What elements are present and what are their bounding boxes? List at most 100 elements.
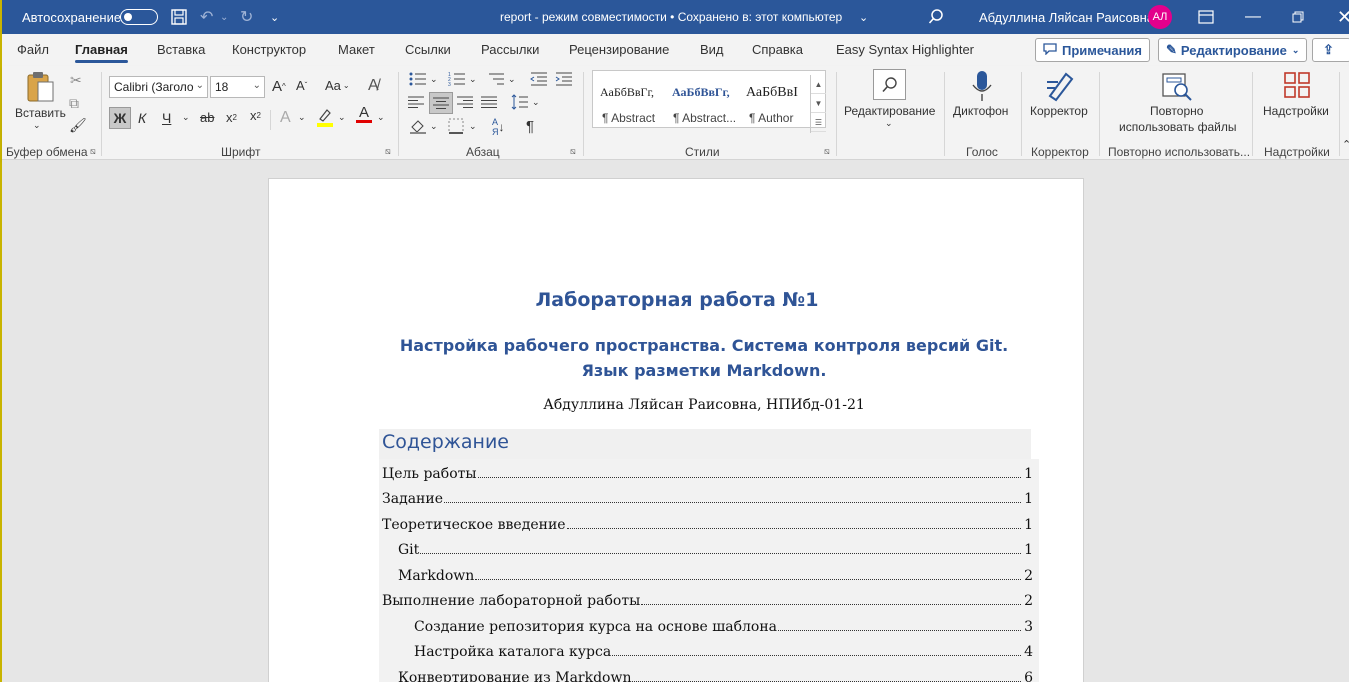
decrease-indent-icon[interactable]: [530, 72, 548, 86]
subscript-icon[interactable]: x2: [226, 110, 237, 125]
cut-icon[interactable]: ✂: [70, 72, 82, 89]
tab-insert[interactable]: Вставка: [157, 42, 205, 57]
shading-chevron-icon[interactable]: ⌄: [430, 121, 438, 132]
microphone-icon[interactable]: [971, 69, 993, 106]
text-effects-chevron-icon[interactable]: ⌄: [298, 112, 306, 123]
copy-icon[interactable]: ⧉: [69, 95, 79, 112]
document-canvas[interactable]: Лабораторная работа №1 Настройка рабочег…: [2, 160, 1349, 682]
addins-icon[interactable]: [1283, 71, 1311, 102]
user-name[interactable]: Абдуллина Ляйсан Раисовна: [979, 0, 1154, 34]
line-spacing-icon[interactable]: [511, 94, 529, 110]
undo-dropdown-icon[interactable]: ⌄: [220, 0, 228, 34]
editing-chevron-icon[interactable]: ⌄: [885, 118, 893, 129]
justify-icon[interactable]: [481, 96, 497, 108]
style-name-abstract[interactable]: ¶ Abstract: [602, 111, 655, 125]
tab-layout[interactable]: Макет: [338, 42, 375, 57]
tab-view[interactable]: Вид: [700, 42, 724, 57]
bullets-chevron-icon[interactable]: ⌄: [430, 74, 438, 85]
highlight-icon[interactable]: [316, 107, 334, 127]
reuse-files-label-line2[interactable]: использовать файлы: [1119, 120, 1237, 134]
styles-down-icon[interactable]: ▼: [811, 94, 826, 113]
doc-status-chevron-icon[interactable]: ⌄: [859, 0, 868, 34]
bullets-icon[interactable]: [409, 72, 427, 86]
superscript-icon[interactable]: x2: [250, 108, 261, 123]
find-icon[interactable]: [873, 69, 906, 100]
tab-home[interactable]: Главная: [75, 42, 128, 63]
search-icon[interactable]: [928, 0, 944, 34]
tab-mailings[interactable]: Рассылки: [481, 42, 539, 57]
toc-entry[interactable]: Задание 1: [379, 485, 1039, 511]
sort-icon[interactable]: A Я ↓: [492, 117, 505, 137]
redo-icon[interactable]: ↻: [240, 0, 253, 34]
font-name-combo[interactable]: Calibri (Заголо ⌄: [109, 76, 208, 98]
strikethrough-button[interactable]: ab: [200, 110, 214, 125]
ribbon-display-options-icon[interactable]: [1198, 0, 1214, 34]
increase-indent-icon[interactable]: [555, 72, 573, 86]
collapse-ribbon-icon[interactable]: ⌃: [1342, 138, 1349, 151]
format-painter-icon[interactable]: 🖌: [69, 117, 87, 134]
restore-icon[interactable]: [1292, 0, 1304, 34]
font-color-button[interactable]: A: [356, 105, 372, 123]
toc-entry[interactable]: Git 1: [379, 536, 1039, 562]
multilevel-list-icon[interactable]: [487, 72, 505, 86]
editing-button-label[interactable]: Редактирование: [844, 104, 935, 118]
reuse-files-label-line1[interactable]: Повторно: [1150, 104, 1203, 118]
reuse-files-icon[interactable]: [1161, 70, 1193, 105]
clear-formatting-icon[interactable]: A̸: [368, 77, 379, 95]
styles-up-icon[interactable]: ▲: [811, 75, 826, 94]
style-preview-author[interactable]: АаБбВвI: [746, 85, 798, 101]
style-preview-abstract-title[interactable]: АаБбВвГг,: [672, 85, 730, 100]
toc-entry[interactable]: Настройка каталога курса 4: [379, 638, 1039, 664]
avatar[interactable]: АЛ: [1148, 0, 1172, 34]
borders-icon[interactable]: [448, 118, 464, 134]
numbering-chevron-icon[interactable]: ⌄: [469, 74, 477, 85]
comments-button[interactable]: Примечания: [1035, 38, 1151, 62]
editor-button-label[interactable]: Корректор: [1030, 104, 1088, 118]
styles-more-icon[interactable]: ☰: [811, 113, 826, 132]
save-icon[interactable]: [170, 0, 188, 34]
tab-references[interactable]: Ссылки: [405, 42, 451, 57]
toc-entry[interactable]: Цель работы 1: [379, 459, 1039, 485]
editing-mode-button[interactable]: ✎ Редактирование ⌄: [1158, 38, 1308, 62]
toc-entry[interactable]: Markdown 2: [379, 561, 1039, 587]
toc-entry[interactable]: Теоретическое введение 1: [379, 510, 1039, 536]
multilevel-chevron-icon[interactable]: ⌄: [508, 74, 516, 85]
align-right-icon[interactable]: [457, 96, 473, 108]
addins-button-label[interactable]: Надстройки: [1263, 104, 1329, 118]
paste-icon[interactable]: [24, 70, 56, 107]
dictate-button-label[interactable]: Диктофон: [953, 104, 1008, 118]
tab-design[interactable]: Конструктор: [232, 42, 306, 57]
font-size-combo[interactable]: 18 ⌄: [210, 76, 265, 98]
toc-entry[interactable]: Выполнение лабораторной работы 2: [379, 587, 1039, 613]
borders-chevron-icon[interactable]: ⌄: [469, 121, 477, 132]
document-status[interactable]: report - режим совместимости • Сохранено…: [500, 0, 842, 34]
editor-pen-icon[interactable]: [1044, 70, 1076, 105]
tab-easy-syntax-highlighter[interactable]: Easy Syntax Highlighter: [836, 42, 974, 57]
align-center-icon[interactable]: [429, 92, 453, 114]
styles-gallery[interactable]: АаБбВвГг, ¶ Abstract АаБбВвГг, ¶ Abstrac…: [592, 70, 826, 133]
paragraph-launcher-icon[interactable]: ⧅: [570, 146, 576, 157]
document-page[interactable]: Лабораторная работа №1 Настройка рабочег…: [268, 178, 1084, 682]
clipboard-launcher-icon[interactable]: ⧅: [90, 146, 96, 157]
share-button[interactable]: ⇪: [1312, 38, 1349, 62]
line-spacing-chevron-icon[interactable]: ⌄: [532, 97, 540, 108]
quick-access-customize-icon[interactable]: ⌄: [270, 0, 279, 34]
underline-chevron-icon[interactable]: ⌄: [182, 112, 190, 123]
minimize-icon[interactable]: —: [1245, 0, 1261, 34]
style-name-author[interactable]: ¶ Author: [749, 111, 793, 125]
paste-label[interactable]: Вставить: [15, 106, 66, 120]
styles-launcher-icon[interactable]: ⧅: [824, 146, 830, 157]
text-effects-button[interactable]: A: [280, 109, 291, 127]
underline-button[interactable]: Ч: [162, 110, 171, 126]
paste-chevron-icon[interactable]: ⌄: [33, 120, 41, 131]
toc-entry[interactable]: Создание репозитория курса на основе шаб…: [379, 612, 1039, 638]
style-preview-abstract[interactable]: АаБбВвГг,: [600, 85, 654, 100]
bold-button[interactable]: Ж: [109, 107, 131, 129]
style-name-abstract-title[interactable]: ¶ Abstract...: [673, 111, 736, 125]
numbering-icon[interactable]: 123: [448, 72, 466, 86]
styles-scroll[interactable]: ▲ ▼ ☰: [810, 75, 826, 133]
grow-font-button[interactable]: A ^: [272, 78, 286, 95]
autosave-toggle[interactable]: [120, 0, 158, 34]
tab-help[interactable]: Справка: [752, 42, 803, 57]
tab-file[interactable]: Файл: [17, 42, 49, 57]
